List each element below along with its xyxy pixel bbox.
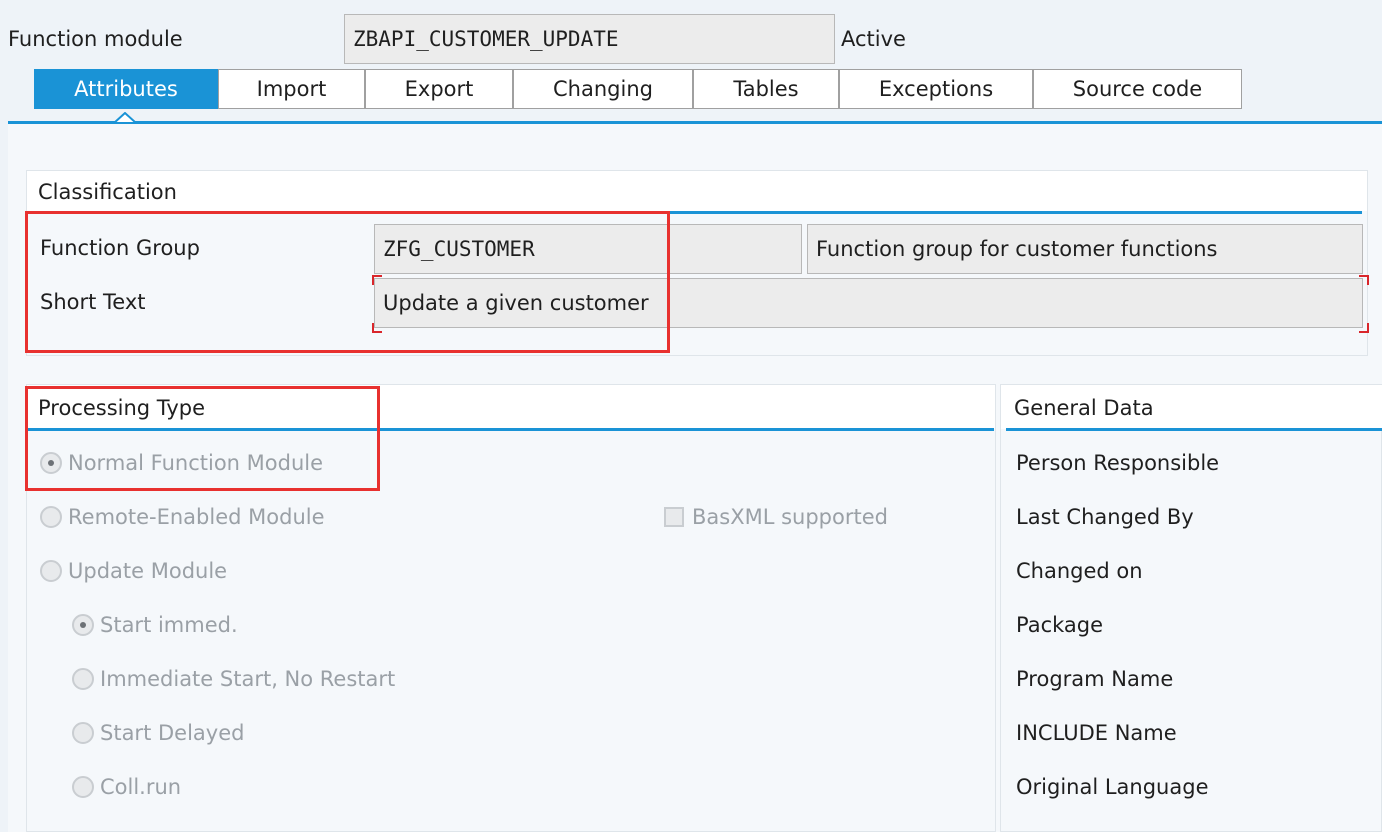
- radio-checked-icon: [72, 614, 94, 636]
- changed-on-label: Changed on: [1016, 559, 1143, 583]
- radio-label: Immediate Start, No Restart: [100, 667, 396, 691]
- radio-label: Remote-Enabled Module: [68, 505, 325, 529]
- general-data-underline: [1006, 428, 1382, 431]
- radio-update-module[interactable]: Update Module: [40, 559, 227, 583]
- radio-label: Coll.run: [100, 775, 182, 799]
- checkbox-icon: [664, 507, 684, 527]
- person-responsible-label: Person Responsible: [1016, 451, 1220, 475]
- classification-title: Classification: [38, 180, 177, 204]
- program-name-label: Program Name: [1016, 667, 1174, 691]
- radio-immediate-start-no-restart[interactable]: Immediate Start, No Restart: [72, 667, 395, 691]
- tab-import[interactable]: Import: [218, 69, 365, 109]
- tab-source-code[interactable]: Source code: [1033, 69, 1242, 109]
- tab-tables[interactable]: Tables: [693, 69, 839, 109]
- radio-unchecked-icon: [40, 506, 62, 528]
- radio-start-immed[interactable]: Start immed.: [72, 613, 238, 637]
- tab-changing[interactable]: Changing: [513, 69, 693, 109]
- radio-label: Start Delayed: [100, 721, 245, 745]
- tab-exceptions[interactable]: Exceptions: [839, 69, 1033, 109]
- field-corner-marker: [1359, 323, 1369, 333]
- radio-unchecked-icon: [72, 668, 94, 690]
- original-language-label: Original Language: [1016, 775, 1209, 799]
- radio-start-delayed[interactable]: Start Delayed: [72, 721, 244, 745]
- radio-label: Update Module: [68, 559, 228, 583]
- basxml-supported-checkbox[interactable]: BasXML supported: [664, 505, 888, 529]
- highlight-box-processing-type: [25, 386, 380, 491]
- active-tab-pointer-icon: [114, 112, 136, 124]
- radio-coll-run[interactable]: Coll.run: [72, 775, 181, 799]
- radio-unchecked-icon: [72, 722, 94, 744]
- highlight-box-classification: [25, 211, 670, 353]
- status-label: Active: [841, 27, 906, 51]
- tab-attributes[interactable]: Attributes: [34, 69, 218, 109]
- classification-header: [27, 171, 1367, 211]
- tab-export[interactable]: Export: [365, 69, 513, 109]
- function-module-name-field[interactable]: ZBAPI_CUSTOMER_UPDATE: [344, 14, 835, 64]
- function-group-description: Function group for customer functions: [807, 224, 1363, 274]
- radio-label: Start immed.: [100, 613, 238, 637]
- radio-unchecked-icon: [40, 560, 62, 582]
- checkbox-label: BasXML supported: [692, 505, 888, 529]
- last-changed-by-label: Last Changed By: [1016, 505, 1194, 529]
- function-module-label: Function module: [8, 27, 183, 51]
- radio-unchecked-icon: [72, 776, 94, 798]
- include-name-label: INCLUDE Name: [1016, 721, 1177, 745]
- general-data-title: General Data: [1014, 396, 1154, 420]
- radio-remote-enabled-module[interactable]: Remote-Enabled Module: [40, 505, 325, 529]
- field-corner-marker: [1359, 275, 1369, 285]
- package-label: Package: [1016, 613, 1104, 637]
